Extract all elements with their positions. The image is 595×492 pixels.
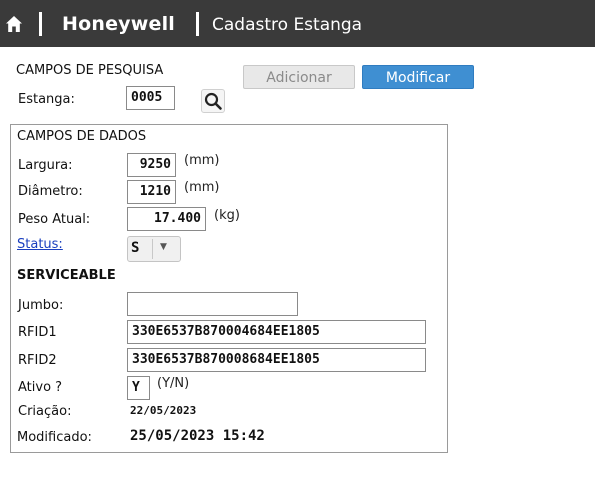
data-section-title: CAMPOS DE DADOS [17, 129, 147, 144]
rfid2-label: RFID2 [18, 353, 57, 368]
search-icon [204, 92, 222, 110]
page-title: Cadastro Estanga [212, 15, 363, 35]
brand-logo: Honeywell [62, 13, 176, 35]
criacao-value: 22/05/2023 [130, 404, 197, 417]
peso-input[interactable]: 17.400 [127, 207, 206, 231]
select-divider [152, 239, 153, 259]
rfid1-input[interactable]: 330E6537B870004684EE1805 [127, 320, 426, 344]
add-button[interactable]: Adicionar [243, 65, 355, 89]
diametro-label: Diâmetro: [18, 184, 83, 199]
peso-label: Peso Atual: [18, 212, 91, 227]
diametro-unit: (mm) [184, 180, 220, 195]
header-separator [196, 12, 199, 36]
modificado-label: Modificado: [17, 430, 92, 445]
ativo-label: Ativo ? [18, 380, 63, 395]
largura-input[interactable]: 9250 [127, 153, 176, 177]
largura-label: Largura: [18, 158, 73, 173]
modify-button[interactable]: Modificar [362, 65, 474, 89]
status-link[interactable]: Status: [17, 237, 63, 252]
criacao-label: Criação: [18, 404, 72, 419]
jumbo-label: Jumbo: [18, 298, 64, 313]
search-section-title: CAMPOS DE PESQUISA [16, 63, 164, 78]
peso-unit: (kg) [214, 208, 240, 223]
home-icon[interactable] [5, 15, 23, 33]
chevron-down-icon: ▼ [160, 242, 167, 252]
ativo-input[interactable]: Y [127, 376, 150, 400]
title-bar: Honeywell Cadastro Estanga [0, 0, 595, 47]
status-select[interactable]: S ▼ [127, 236, 181, 262]
status-select-value: S [131, 240, 140, 256]
diametro-input[interactable]: 1210 [127, 180, 176, 204]
estanga-label: Estanga: [18, 92, 75, 107]
estanga-input[interactable]: 0005 [126, 86, 175, 110]
rfid1-label: RFID1 [18, 325, 57, 340]
ativo-unit: (Y/N) [157, 376, 190, 391]
search-button[interactable] [201, 89, 225, 113]
largura-unit: (mm) [184, 153, 220, 168]
data-panel [10, 124, 448, 453]
status-text: SERVICEABLE [17, 268, 116, 283]
jumbo-input[interactable] [127, 292, 298, 316]
rfid2-input[interactable]: 330E6537B870008684EE1805 [127, 348, 426, 372]
header-separator [39, 12, 42, 36]
modificado-value: 25/05/2023 15:42 [130, 428, 265, 444]
